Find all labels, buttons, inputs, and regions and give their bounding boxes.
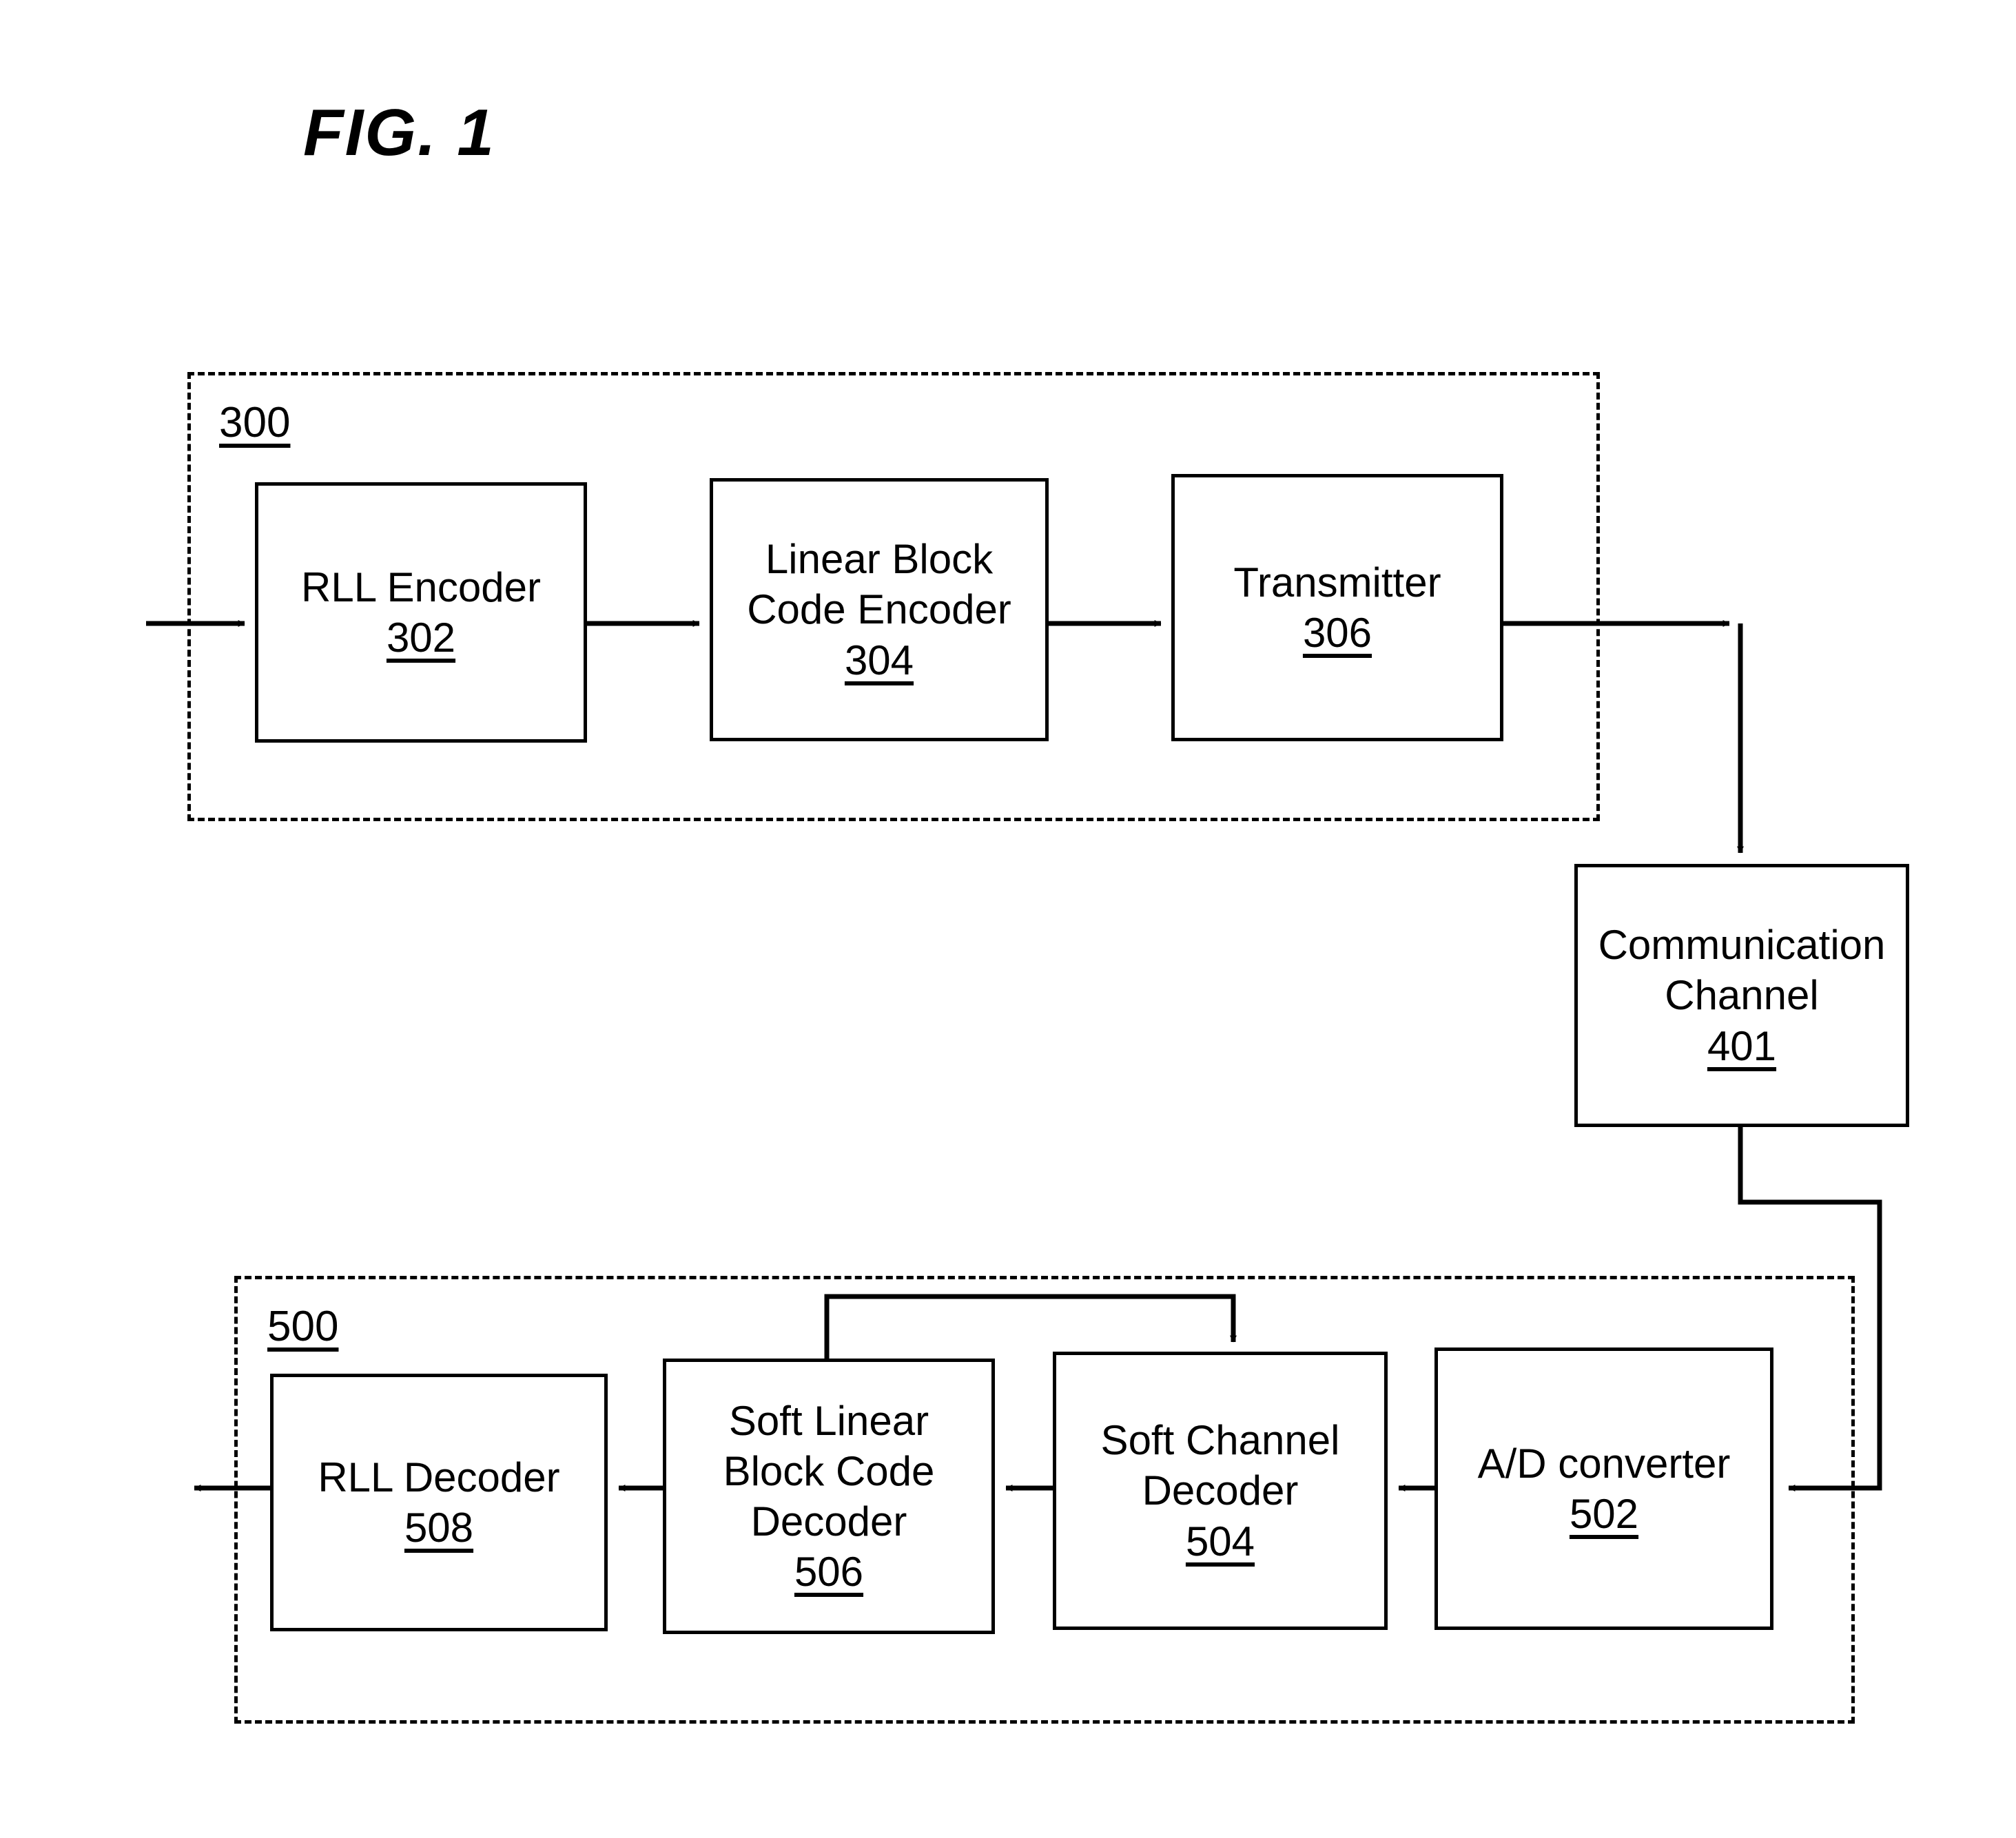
block-rll-encoder-title: RLL Encoder	[301, 564, 541, 610]
group-label-500: 500	[267, 1303, 339, 1350]
block-linear-block-code-encoder[interactable]: Linear Block Code Encoder 304	[710, 478, 1049, 741]
block-linear-block-code-encoder-title: Linear Block Code Encoder	[747, 536, 1011, 633]
block-soft-channel-decoder[interactable]: Soft Channel Decoder 504	[1053, 1352, 1388, 1630]
block-ad-converter-title: A/D converter	[1477, 1440, 1731, 1487]
block-soft-linear-block-code-decoder-title: Soft Linear Block Code Decoder	[723, 1397, 935, 1545]
block-linear-block-code-encoder-ref: 304	[844, 637, 914, 683]
block-rll-decoder[interactable]: RLL Decoder 508	[270, 1374, 608, 1631]
block-rll-decoder-title: RLL Decoder	[318, 1454, 560, 1500]
figure-canvas: FIG. 1 300 500 RLL Encoder 302 Linear Bl…	[0, 0, 2016, 1838]
block-rll-encoder[interactable]: RLL Encoder 302	[255, 482, 587, 743]
block-soft-channel-decoder-ref: 504	[1185, 1518, 1255, 1565]
block-communication-channel-title: Communication Channel	[1598, 922, 1886, 1019]
figure-title: FIG. 1	[303, 96, 495, 169]
block-transmitter-ref: 306	[1302, 610, 1372, 656]
block-soft-linear-block-code-decoder-ref: 506	[794, 1549, 864, 1596]
group-label-300: 300	[219, 399, 291, 446]
block-ad-converter-ref: 502	[1569, 1491, 1639, 1537]
block-communication-channel[interactable]: Communication Channel 401	[1574, 864, 1909, 1127]
block-soft-linear-block-code-decoder[interactable]: Soft Linear Block Code Decoder 506	[663, 1359, 995, 1634]
block-rll-encoder-ref: 302	[386, 615, 456, 661]
block-transmitter-title: Transmitter	[1233, 559, 1441, 606]
block-ad-converter[interactable]: A/D converter 502	[1434, 1347, 1773, 1630]
block-rll-decoder-ref: 508	[404, 1505, 474, 1551]
block-soft-channel-decoder-title: Soft Channel Decoder	[1100, 1417, 1340, 1514]
block-transmitter[interactable]: Transmitter 306	[1171, 474, 1503, 741]
block-communication-channel-ref: 401	[1707, 1022, 1777, 1069]
